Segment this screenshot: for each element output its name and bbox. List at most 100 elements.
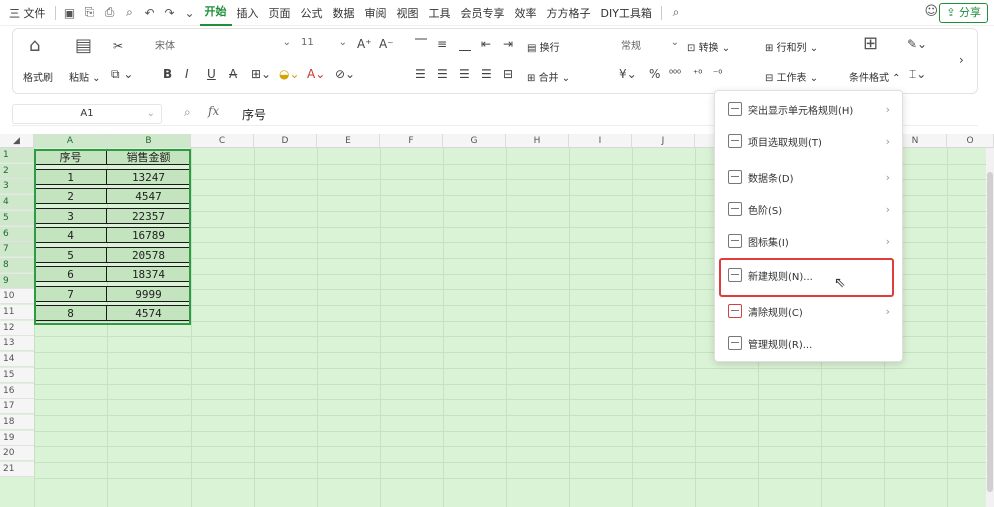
save-icon[interactable]: ▣ xyxy=(60,6,80,20)
tab-view[interactable]: 视图 xyxy=(392,5,424,21)
indent-decrease-icon[interactable]: ⇤ xyxy=(481,37,491,51)
align-right-icon[interactable]: ☰ xyxy=(459,67,470,81)
column-header-c[interactable]: C xyxy=(191,134,254,148)
print-preview-icon[interactable]: ⌕ xyxy=(120,5,140,20)
bold-button[interactable]: B xyxy=(163,67,172,81)
format-painter-icon[interactable]: ⌂ xyxy=(29,35,40,56)
decrease-decimal-icon[interactable]: ⁻⁰ xyxy=(713,69,722,80)
vertical-scrollbar[interactable] xyxy=(986,148,994,507)
fx-icon[interactable]: fx xyxy=(208,104,219,118)
percent-button[interactable]: % xyxy=(649,67,660,81)
tab-diy[interactable]: DIY工具箱 xyxy=(596,5,657,21)
justify-icon[interactable]: ☰ xyxy=(481,67,492,81)
font-shrink-button[interactable]: A⁻ xyxy=(379,37,394,51)
export-icon[interactable]: ⎘ xyxy=(80,5,100,20)
merge-button[interactable]: ⊞ 合并 ⌄ xyxy=(527,69,570,84)
formula-input[interactable]: 序号 xyxy=(242,106,266,123)
cell-b7[interactable]: 18374 xyxy=(106,266,191,282)
tab-page[interactable]: 页面 xyxy=(264,5,296,21)
wrap-button[interactable]: ▤ 换行 xyxy=(527,39,560,54)
cell-a3[interactable]: 2 xyxy=(34,188,107,204)
cell-style-icon[interactable]: ✎⌄ xyxy=(907,37,927,51)
currency-button[interactable]: ¥⌄ xyxy=(619,67,637,81)
menu-item-new-rule[interactable]: 新建规则(N)... xyxy=(715,259,904,291)
cell-b4[interactable]: 22357 xyxy=(106,207,191,224)
indent-increase-icon[interactable]: ⇥ xyxy=(503,37,513,51)
rows-cols-button[interactable]: ⊞ 行和列 ⌄ xyxy=(765,39,818,54)
cell-b3[interactable]: 4547 xyxy=(106,188,191,204)
menu-item-top-bottom[interactable]: 项目选取规则(T) › xyxy=(715,125,904,157)
scroll-thumb[interactable] xyxy=(987,172,993,492)
row-header-3[interactable]: 3 xyxy=(0,179,34,195)
row-header-10[interactable]: 10 xyxy=(0,289,34,305)
smile-icon[interactable]: ☺ xyxy=(924,4,938,19)
menu-item-color-scale[interactable]: 色阶(S) › xyxy=(715,193,904,225)
align-left-icon[interactable]: ☰ xyxy=(415,67,426,81)
row-header-6[interactable]: 6 xyxy=(0,226,34,242)
row-header-14[interactable]: 14 xyxy=(0,352,34,368)
tab-ffgz[interactable]: 方方格子 xyxy=(542,5,596,21)
menu-item-manage-rules[interactable]: 管理规则(R)... xyxy=(715,327,904,359)
zoom-icon[interactable]: ⌕ xyxy=(184,105,191,120)
underline-button[interactable]: U xyxy=(207,67,216,81)
row-header-8[interactable]: 8 xyxy=(0,257,34,273)
thousands-icon[interactable]: ⁰⁰⁰ xyxy=(669,69,681,80)
worksheet-button[interactable]: ⊟ 工作表 ⌄ xyxy=(765,69,818,84)
row-header-16[interactable]: 16 xyxy=(0,383,34,399)
font-grow-button[interactable]: A⁺ xyxy=(357,37,372,51)
cell-a6[interactable]: 5 xyxy=(34,246,107,263)
cell-b1[interactable]: 销售金额 xyxy=(106,149,191,165)
menu-item-icon-set[interactable]: 图标集(I) › xyxy=(715,225,904,257)
row-header-13[interactable]: 13 xyxy=(0,336,34,352)
row-header-19[interactable]: 19 xyxy=(0,430,34,446)
strikethrough-button[interactable]: A xyxy=(229,67,237,81)
search-icon[interactable]: ⌕ xyxy=(666,5,686,20)
cell-a7[interactable]: 6 xyxy=(34,266,107,282)
column-header-f[interactable]: F xyxy=(380,134,443,148)
fill-icon[interactable]: ⌶⌄ xyxy=(909,67,926,82)
row-header-17[interactable]: 17 xyxy=(0,399,34,415)
row-header-20[interactable]: 20 xyxy=(0,446,34,462)
cut-icon[interactable]: ✂ xyxy=(113,39,123,53)
chevron-down-icon[interactable]: ⌄ xyxy=(180,6,200,20)
cell-b8[interactable]: 9999 xyxy=(106,285,191,302)
cell-b5[interactable]: 16789 xyxy=(106,227,191,243)
menu-item-data-bar[interactable]: 数据条(D) › xyxy=(715,161,904,193)
cell-a5[interactable]: 4 xyxy=(34,227,107,243)
cell-a1[interactable]: 序号 xyxy=(34,149,107,165)
row-header-11[interactable]: 11 xyxy=(0,305,34,320)
paste-button[interactable]: 粘贴 ⌄ xyxy=(69,69,101,84)
copy-icon[interactable]: ⧉ ⌄ xyxy=(111,67,133,82)
column-header-g[interactable]: G xyxy=(443,134,506,148)
undo-icon[interactable]: ↶ xyxy=(140,6,160,20)
row-header-5[interactable]: 5 xyxy=(0,210,34,226)
cell-a8[interactable]: 7 xyxy=(34,285,107,302)
tab-member[interactable]: 会员专享 xyxy=(456,5,510,21)
distribute-icon[interactable]: ⊟ xyxy=(503,67,513,81)
tab-home[interactable]: 开始 xyxy=(199,0,232,26)
clear-format-icon[interactable]: ⊘⌄ xyxy=(335,67,355,81)
menu-item-clear-rules[interactable]: 清除规则(C) › xyxy=(715,295,904,327)
cell-a4[interactable]: 3 xyxy=(34,207,107,224)
tab-formula[interactable]: 公式 xyxy=(296,5,328,21)
align-middle-icon[interactable]: ≡ xyxy=(437,37,447,51)
column-header-e[interactable]: E xyxy=(317,134,380,148)
italic-button[interactable]: I xyxy=(185,67,189,81)
print-icon[interactable]: ⎙ xyxy=(100,5,120,20)
row-header-15[interactable]: 15 xyxy=(0,367,34,383)
menu-item-highlight-rules[interactable]: 突出显示单元格规则(H) › xyxy=(715,93,904,125)
cell-b9[interactable]: 4574 xyxy=(106,305,191,321)
align-center-icon[interactable]: ☰ xyxy=(437,67,448,81)
column-header-b[interactable]: B xyxy=(107,134,191,148)
border-icon[interactable]: ⊞⌄ xyxy=(251,67,271,81)
paste-icon[interactable]: ▤ xyxy=(75,35,92,56)
conditional-format-icon[interactable]: ⊞ xyxy=(863,33,878,54)
cell-b2[interactable]: 13247 xyxy=(106,168,191,185)
format-painter-label[interactable]: 格式刷 xyxy=(23,69,53,84)
column-header-h[interactable]: H xyxy=(506,134,569,148)
align-top-icon[interactable]: ⎺ xyxy=(415,37,427,52)
column-header-i[interactable]: I xyxy=(569,134,632,148)
column-header-a[interactable]: A xyxy=(34,134,107,148)
column-header-j[interactable]: J xyxy=(632,134,695,148)
row-header-21[interactable]: 21 xyxy=(0,462,34,477)
